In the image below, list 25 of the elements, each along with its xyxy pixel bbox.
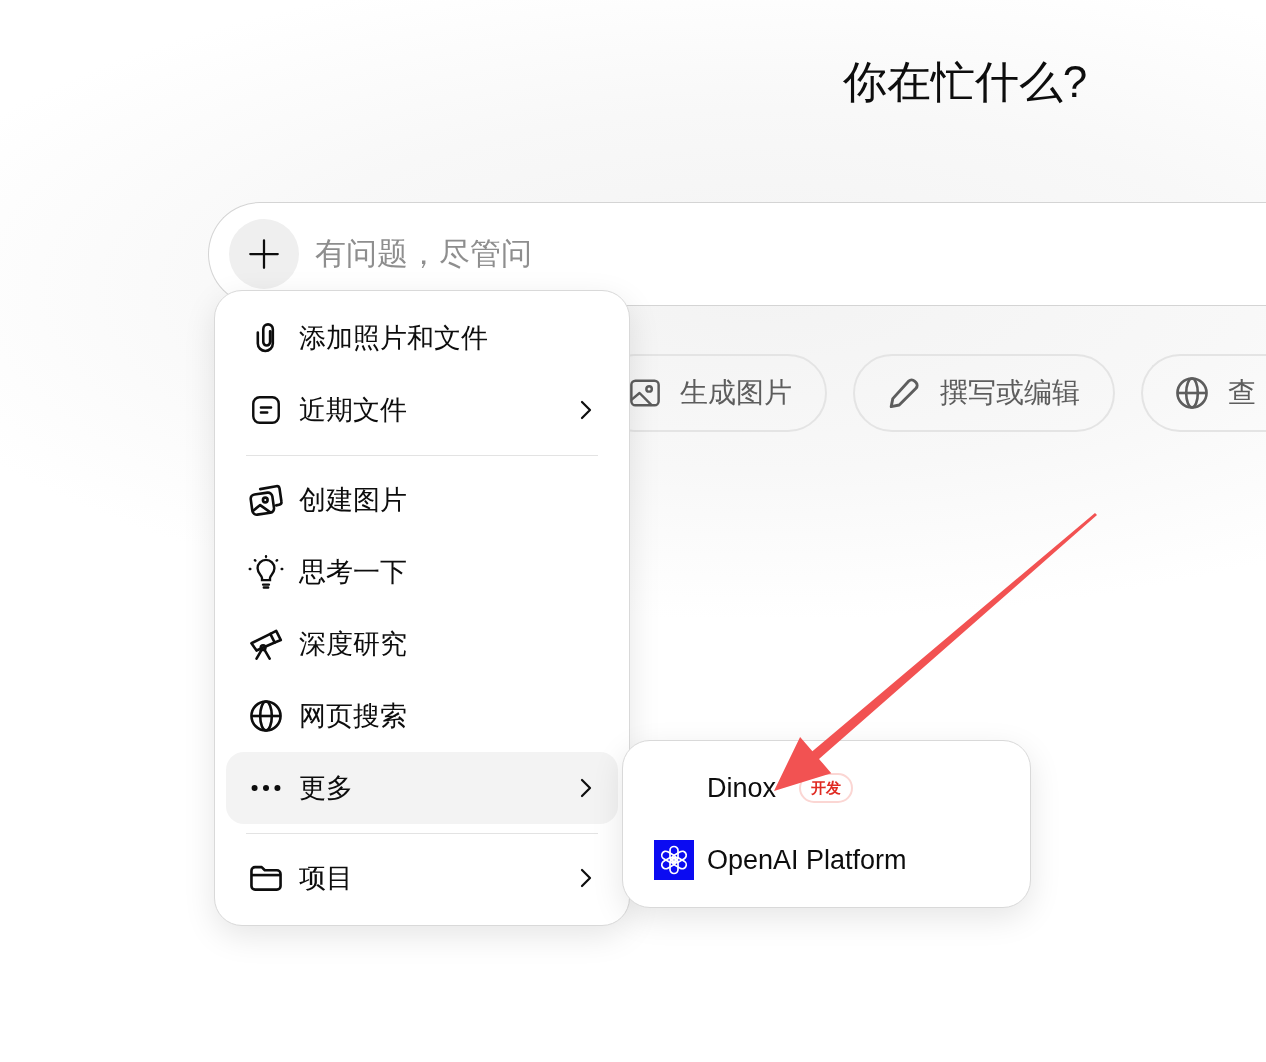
telescope-icon: [249, 628, 283, 660]
globe-icon: [250, 700, 282, 732]
lightbulb-icon: [248, 555, 284, 589]
plus-icon: [249, 239, 279, 269]
suggestion-chip[interactable]: 查: [1141, 354, 1266, 432]
globe-icon: [1176, 377, 1208, 409]
menu-item[interactable]: 创建图片: [226, 464, 618, 536]
logo-icon: [654, 840, 694, 880]
suggestion-chip[interactable]: 撰写或编辑: [853, 354, 1115, 432]
menu-item[interactable]: 深度研究: [226, 608, 618, 680]
menu-item[interactable]: 思考一下: [226, 536, 618, 608]
message-input[interactable]: 有问题，尽管问: [315, 231, 1242, 277]
page-heading: 你在忙什么?: [842, 56, 1088, 108]
pencil-icon: [888, 377, 920, 409]
paperclip-icon: [255, 323, 277, 353]
dots-icon: [251, 784, 281, 792]
folder-icon: [250, 864, 282, 892]
document-icon: [252, 396, 280, 424]
message-field[interactable]: 有问题，尽管问: [208, 202, 1266, 306]
images-icon: [249, 484, 283, 516]
menu-item[interactable]: 项目: [226, 842, 618, 914]
menu-item[interactable]: 网页搜索: [226, 680, 618, 752]
menu-item[interactable]: 更多: [226, 752, 618, 824]
submenu-item[interactable]: OpenAI Platform: [634, 824, 1019, 896]
image-icon: [630, 379, 660, 407]
